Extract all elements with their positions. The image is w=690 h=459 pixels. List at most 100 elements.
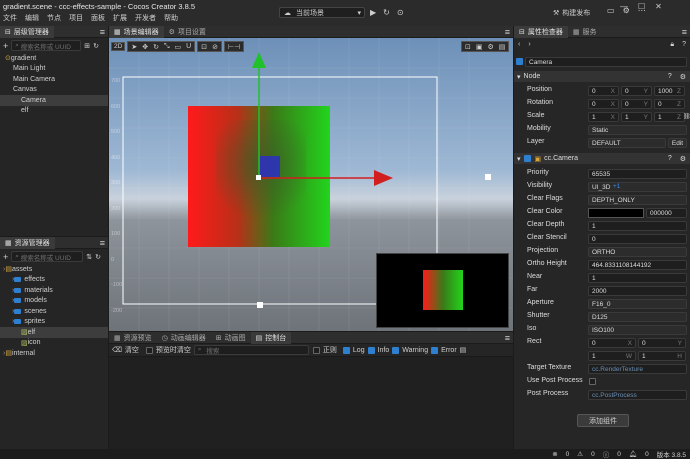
clear-color-swatch[interactable] [588, 208, 644, 218]
gear-icon[interactable]: ⚙ [488, 43, 494, 51]
panel-menu-icon[interactable]: ≡ [100, 27, 105, 37]
asset-item[interactable]: ▨ icon [0, 338, 108, 349]
asset-item[interactable]: › models [0, 296, 108, 307]
tab-services[interactable]: ▦ 服务 [568, 26, 602, 38]
menu-file[interactable]: 文件 [3, 13, 17, 23]
tab-project-settings[interactable]: ⚙ 项目设置 [164, 26, 211, 38]
menu-extension[interactable]: 扩展 [113, 13, 127, 23]
tab-scene-editor[interactable]: ▦ 场景编辑器 [109, 25, 164, 38]
warning-checkbox[interactable] [392, 346, 400, 354]
help-icon[interactable]: ? [668, 155, 672, 162]
tab-assets[interactable]: ▦ 资源管理器 [0, 236, 55, 249]
node-section-header[interactable]: ▾ Node ? ⚙ [514, 71, 690, 82]
near-input[interactable]: 1 [588, 273, 687, 283]
rect-w-input[interactable]: 1W [588, 351, 636, 361]
node-active-checkbox[interactable] [516, 58, 523, 65]
projection-select[interactable]: ORTHO [588, 247, 687, 257]
refresh-icon[interactable]: ↻ [93, 42, 99, 50]
asset-item[interactable]: › materials [0, 285, 108, 296]
add-icon[interactable]: + [3, 252, 8, 262]
refresh-icon[interactable]: ↻ [383, 8, 390, 17]
clear-stencil-input[interactable]: 0 [588, 234, 687, 244]
menu-developer[interactable]: 开发者 [135, 13, 156, 23]
camera-section-header[interactable]: ▾ ▣ cc.Camera ? ⚙ [514, 153, 690, 164]
preview-clear-checkbox[interactable] [145, 346, 153, 354]
error-checkbox[interactable] [431, 346, 439, 354]
shutter-select[interactable]: D125 [588, 312, 687, 322]
menu-help[interactable]: 帮助 [164, 13, 178, 23]
node-name-input[interactable]: Camera [525, 57, 687, 67]
clear-flags-select[interactable]: DEPTH_ONLY [588, 195, 687, 205]
asset-item[interactable]: › ▤ assets [0, 264, 108, 275]
scale-y-input[interactable]: 1Y [621, 112, 652, 122]
forward-icon[interactable]: › [528, 41, 530, 48]
use-post-process-checkbox[interactable] [589, 378, 596, 385]
scale-z-input[interactable]: 1Z [654, 112, 685, 122]
scale-x-input[interactable]: 1X [588, 112, 619, 122]
priority-input[interactable]: 65535 [588, 169, 687, 179]
panel-menu-icon[interactable]: ≡ [505, 27, 510, 37]
clear-depth-input[interactable]: 1 [588, 221, 687, 231]
add-icon[interactable]: + [3, 41, 8, 51]
align-icon[interactable]: ⊢⊣ [228, 43, 240, 51]
rotation-z-input[interactable]: 0Z [654, 99, 685, 109]
transform-gizmo[interactable] [229, 48, 409, 218]
gear-icon[interactable]: ⚙ [623, 6, 630, 15]
position-z-input[interactable]: 1000 Z [654, 86, 685, 96]
hierarchy-search-input[interactable]: ⌕ 搜索名称或 UUID [11, 40, 82, 51]
tab-animation-graph[interactable]: ⊞ 动画图 [211, 332, 251, 344]
file-icon[interactable]: ▤ [460, 346, 467, 354]
panel-menu-icon[interactable]: ≡ [100, 238, 105, 248]
layer-edit-button[interactable]: Edit [668, 138, 687, 148]
more-icon[interactable]: ⋯ [638, 6, 646, 15]
magnet-icon[interactable]: U [186, 43, 191, 50]
close-icon[interactable]: ✕ [655, 2, 662, 11]
visibility-select[interactable]: UI_3D [588, 182, 687, 192]
tab-asset-preview[interactable]: ▦ 资源预览 [109, 332, 157, 344]
mobility-select[interactable]: Static [588, 125, 687, 135]
menu-project[interactable]: 项目 [69, 13, 83, 23]
tab-inspector[interactable]: ⊟ 属性检查器 [514, 25, 568, 38]
hierarchy-node[interactable]: Camera [0, 95, 108, 106]
help-icon[interactable]: ? [682, 41, 686, 48]
asset-item[interactable]: ▨ elf [0, 327, 108, 338]
mode-2d-button[interactable]: 2D [111, 42, 126, 51]
clear-icon[interactable]: ⌫ [112, 346, 122, 354]
hierarchy-node[interactable]: Main Camera [0, 74, 108, 85]
asset-item[interactable]: › effects [0, 275, 108, 286]
move-tool-icon[interactable]: ✥ [142, 43, 148, 51]
hierarchy-node[interactable]: Main Light [0, 64, 108, 75]
scale-tool-icon[interactable]: ⤡ [164, 43, 170, 51]
pivot-icon[interactable]: ⊡ [201, 43, 207, 51]
tab-console[interactable]: ▤ 控制台 [250, 331, 292, 344]
layer-select[interactable]: DEFAULT [588, 138, 666, 148]
menu-node[interactable]: 节点 [47, 13, 61, 23]
rect-x-input[interactable]: 0X [588, 338, 636, 348]
menu-panel[interactable]: 面板 [91, 13, 105, 23]
asset-item[interactable]: › scenes [0, 306, 108, 317]
resize-handle[interactable] [485, 174, 491, 180]
post-process-field[interactable]: cc.PostProcess [588, 390, 687, 400]
link-icon[interactable]: ⛓ [683, 113, 690, 120]
hierarchy-node[interactable]: elf [0, 106, 108, 117]
console-search-input[interactable]: ⌕ 搜索 [193, 345, 309, 355]
iso-select[interactable]: ISO100 [588, 325, 687, 335]
folder-icon[interactable]: ▭ [607, 6, 615, 15]
rotate-tool-icon[interactable]: ↻ [153, 43, 159, 51]
camera-icon[interactable]: ▣ [476, 43, 483, 51]
play-icon[interactable]: ▶ [370, 8, 376, 17]
hierarchy-node[interactable]: ⊙ gradient [0, 53, 108, 64]
tab-animation-editor[interactable]: ◷ 动画编辑器 [157, 332, 211, 344]
assets-search-input[interactable]: ⌕ 搜索名称或 UUID [11, 251, 84, 262]
clear-button[interactable]: 清空 [125, 345, 139, 355]
asset-item[interactable]: › sprites [0, 317, 108, 328]
ortho-height-input[interactable]: 464.8331108144192 [588, 260, 687, 270]
gear-icon[interactable]: ⚙ [680, 73, 686, 81]
help-icon[interactable]: ? [668, 73, 672, 80]
rotation-x-input[interactable]: 0X [588, 99, 619, 109]
info-checkbox[interactable] [367, 346, 375, 354]
scene-viewport[interactable]: 700 600 500 400 300 200 100 0 -100 -200 [109, 38, 513, 331]
select-tool-icon[interactable]: ➤ [131, 43, 137, 51]
refresh-icon[interactable]: ↻ [95, 253, 101, 261]
position-y-input[interactable]: 0Y [621, 86, 652, 96]
